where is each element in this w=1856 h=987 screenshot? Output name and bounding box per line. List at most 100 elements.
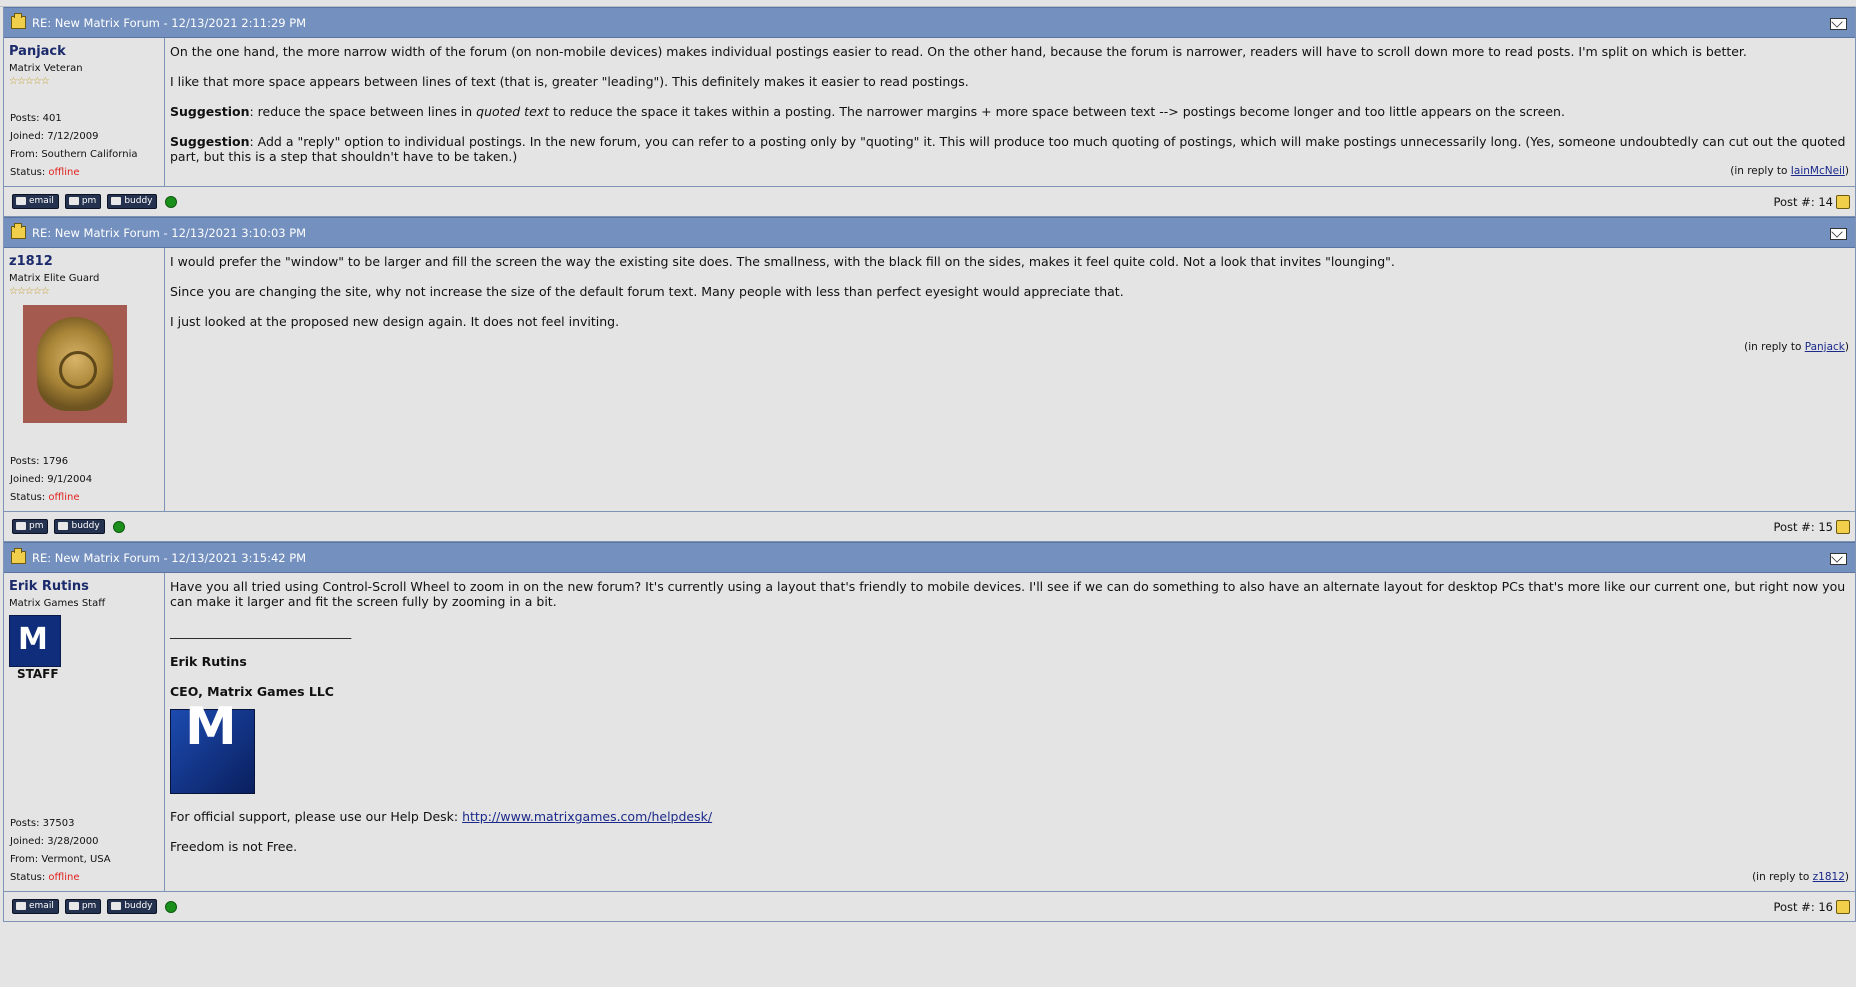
signature-motto: Freedom is not Free. [170, 839, 298, 854]
pm-button[interactable]: pm [12, 519, 49, 534]
suggestion-text: : reduce the space between lines in [249, 104, 477, 119]
in-reply-to: (in reply to IainMcNeil) [1730, 164, 1849, 179]
in-reply-suffix: ) [1844, 165, 1849, 177]
online-status-icon [165, 900, 178, 913]
crest-emblem-icon [37, 317, 113, 411]
status-value: offline [48, 167, 80, 178]
join-date: Joined: 9/1/2004 [10, 474, 93, 485]
in-reply-link[interactable]: z1812 [1813, 871, 1845, 883]
author-name[interactable]: Panjack [9, 44, 164, 59]
post-number-label: Post #: 15 [1773, 519, 1833, 534]
author-rank: Matrix Veteran [9, 63, 83, 74]
post-number-label: Post #: 16 [1773, 899, 1833, 914]
avatar [23, 305, 127, 423]
signature-title: CEO, Matrix Games LLC [170, 684, 1847, 699]
pm-button[interactable]: pm [64, 899, 102, 914]
pm-button[interactable]: pm [64, 194, 102, 209]
author-stats: Posts: 37503 Joined: 3/28/2000 From: Ver… [10, 815, 111, 887]
post-number-label: Post #: 14 [1773, 194, 1833, 209]
location: From: Vermont, USA [10, 854, 111, 865]
post-paragraph: Since you are changing the site, why not… [170, 284, 1124, 299]
location: From: Southern California [10, 149, 138, 160]
online-status-icon [112, 520, 125, 533]
rank-stars-icon: ☆☆☆☆☆ [9, 286, 50, 297]
post-content: On the one hand, the more narrow width o… [165, 38, 1855, 186]
email-button[interactable]: email [12, 899, 59, 914]
in-reply-to: (in reply to Panjack) [1744, 340, 1849, 355]
post-paragraph: I would prefer the "window" to be larger… [170, 254, 1395, 269]
forum-post: RE: New Matrix Forum - 12/13/2021 3:10:0… [4, 217, 1855, 542]
post-paragraph: Have you all tried using Control-Scroll … [170, 579, 1846, 609]
post-icon[interactable] [1836, 899, 1850, 914]
author-stats: Posts: 401 Joined: 7/12/2009 From: South… [10, 110, 137, 182]
post-header: RE: New Matrix Forum - 12/13/2021 3:10:0… [4, 217, 1855, 248]
buddy-button[interactable]: buddy [107, 194, 158, 209]
join-date: Joined: 7/12/2009 [10, 131, 99, 142]
top-divider [0, 0, 1856, 7]
author-name[interactable]: Erik Rutins [9, 579, 164, 594]
buddy-button[interactable]: buddy [107, 899, 158, 914]
post-paragraph: I like that more space appears between l… [170, 74, 969, 89]
post-paragraph: On the one hand, the more narrow width o… [170, 44, 1747, 59]
suggestion-label: Suggestion [170, 134, 250, 149]
post-icon[interactable] [1836, 194, 1850, 209]
suggestion-text: : Add a "reply" option to individual pos… [170, 134, 1846, 164]
post-content: I would prefer the "window" to be larger… [165, 248, 1855, 511]
post-body: z1812 Matrix Elite Guard ☆☆☆☆☆ Posts: 17… [4, 248, 1855, 512]
in-reply-prefix: (in reply to [1744, 341, 1805, 353]
matrix-logo-icon [9, 615, 61, 667]
post-title: RE: New Matrix Forum - 12/13/2021 2:11:2… [32, 15, 307, 30]
signature-name-text: Erik Rutins [170, 654, 247, 669]
status-label: Status: [10, 492, 49, 503]
support-text: For official support, please use our Hel… [170, 809, 463, 824]
post-paragraph: Suggestion: Add a "reply" option to indi… [170, 134, 1847, 164]
status-value: offline [48, 872, 80, 883]
envelope-icon[interactable] [1830, 553, 1847, 565]
post-header: RE: New Matrix Forum - 12/13/2021 3:15:4… [4, 542, 1855, 573]
author-panel: z1812 Matrix Elite Guard ☆☆☆☆☆ Posts: 17… [4, 248, 165, 511]
in-reply-suffix: ) [1844, 341, 1849, 353]
online-status-icon [165, 195, 178, 208]
suggestion-emphasis: quoted text [476, 104, 550, 119]
folder-icon [11, 223, 26, 239]
helpdesk-link[interactable]: http://www.matrixgames.com/helpdesk/ [462, 809, 712, 824]
rank-stars-icon: ☆☆☆☆☆ [9, 76, 50, 87]
envelope-icon[interactable] [1830, 18, 1847, 30]
join-date: Joined: 3/28/2000 [10, 836, 99, 847]
in-reply-suffix: ) [1844, 871, 1849, 883]
status: Status: offline [10, 164, 137, 182]
in-reply-prefix: (in reply to [1730, 165, 1791, 177]
folder-icon [11, 13, 26, 29]
staff-badge: STAFF [17, 667, 59, 681]
in-reply-link[interactable]: IainMcNeil [1791, 165, 1845, 177]
post-title: RE: New Matrix Forum - 12/13/2021 3:10:0… [32, 225, 307, 240]
post-footer: email pm buddy Post #: 14 [4, 187, 1855, 217]
post-header: RE: New Matrix Forum - 12/13/2021 2:11:2… [4, 7, 1855, 38]
signature-name: Erik Rutins [170, 654, 1847, 669]
post-icon[interactable] [1836, 519, 1850, 534]
post-paragraph: Suggestion: reduce the space between lin… [170, 104, 1847, 119]
post-content: Have you all tried using Control-Scroll … [165, 573, 1855, 891]
author-panel: Panjack Matrix Veteran ☆☆☆☆☆ Posts: 401 … [4, 38, 165, 186]
author-rank: Matrix Elite Guard [9, 273, 100, 284]
in-reply-to: (in reply to z1812) [1752, 870, 1849, 885]
in-reply-prefix: (in reply to [1752, 871, 1813, 883]
support-line: For official support, please use our Hel… [170, 809, 1847, 824]
matrix-games-logo-icon [170, 709, 255, 794]
post-footer: email pm buddy Post #: 16 [4, 892, 1855, 922]
status: Status: offline [10, 489, 92, 507]
author-panel: Erik Rutins Matrix Games Staff STAFF Pos… [4, 573, 165, 891]
folder-icon [11, 548, 26, 564]
status-value: offline [48, 492, 80, 503]
buddy-button[interactable]: buddy [54, 519, 105, 534]
post-footer: pm buddy Post #: 15 [4, 512, 1855, 542]
envelope-icon[interactable] [1830, 228, 1847, 240]
email-button[interactable]: email [12, 194, 59, 209]
in-reply-link[interactable]: Panjack [1805, 341, 1845, 353]
status-label: Status: [10, 872, 49, 883]
post-paragraph: I just looked at the proposed new design… [170, 314, 620, 329]
post-title: RE: New Matrix Forum - 12/13/2021 3:15:4… [32, 550, 307, 565]
post-count: Posts: 1796 [10, 456, 69, 467]
author-name[interactable]: z1812 [9, 254, 164, 269]
forum-post: RE: New Matrix Forum - 12/13/2021 2:11:2… [4, 7, 1855, 217]
